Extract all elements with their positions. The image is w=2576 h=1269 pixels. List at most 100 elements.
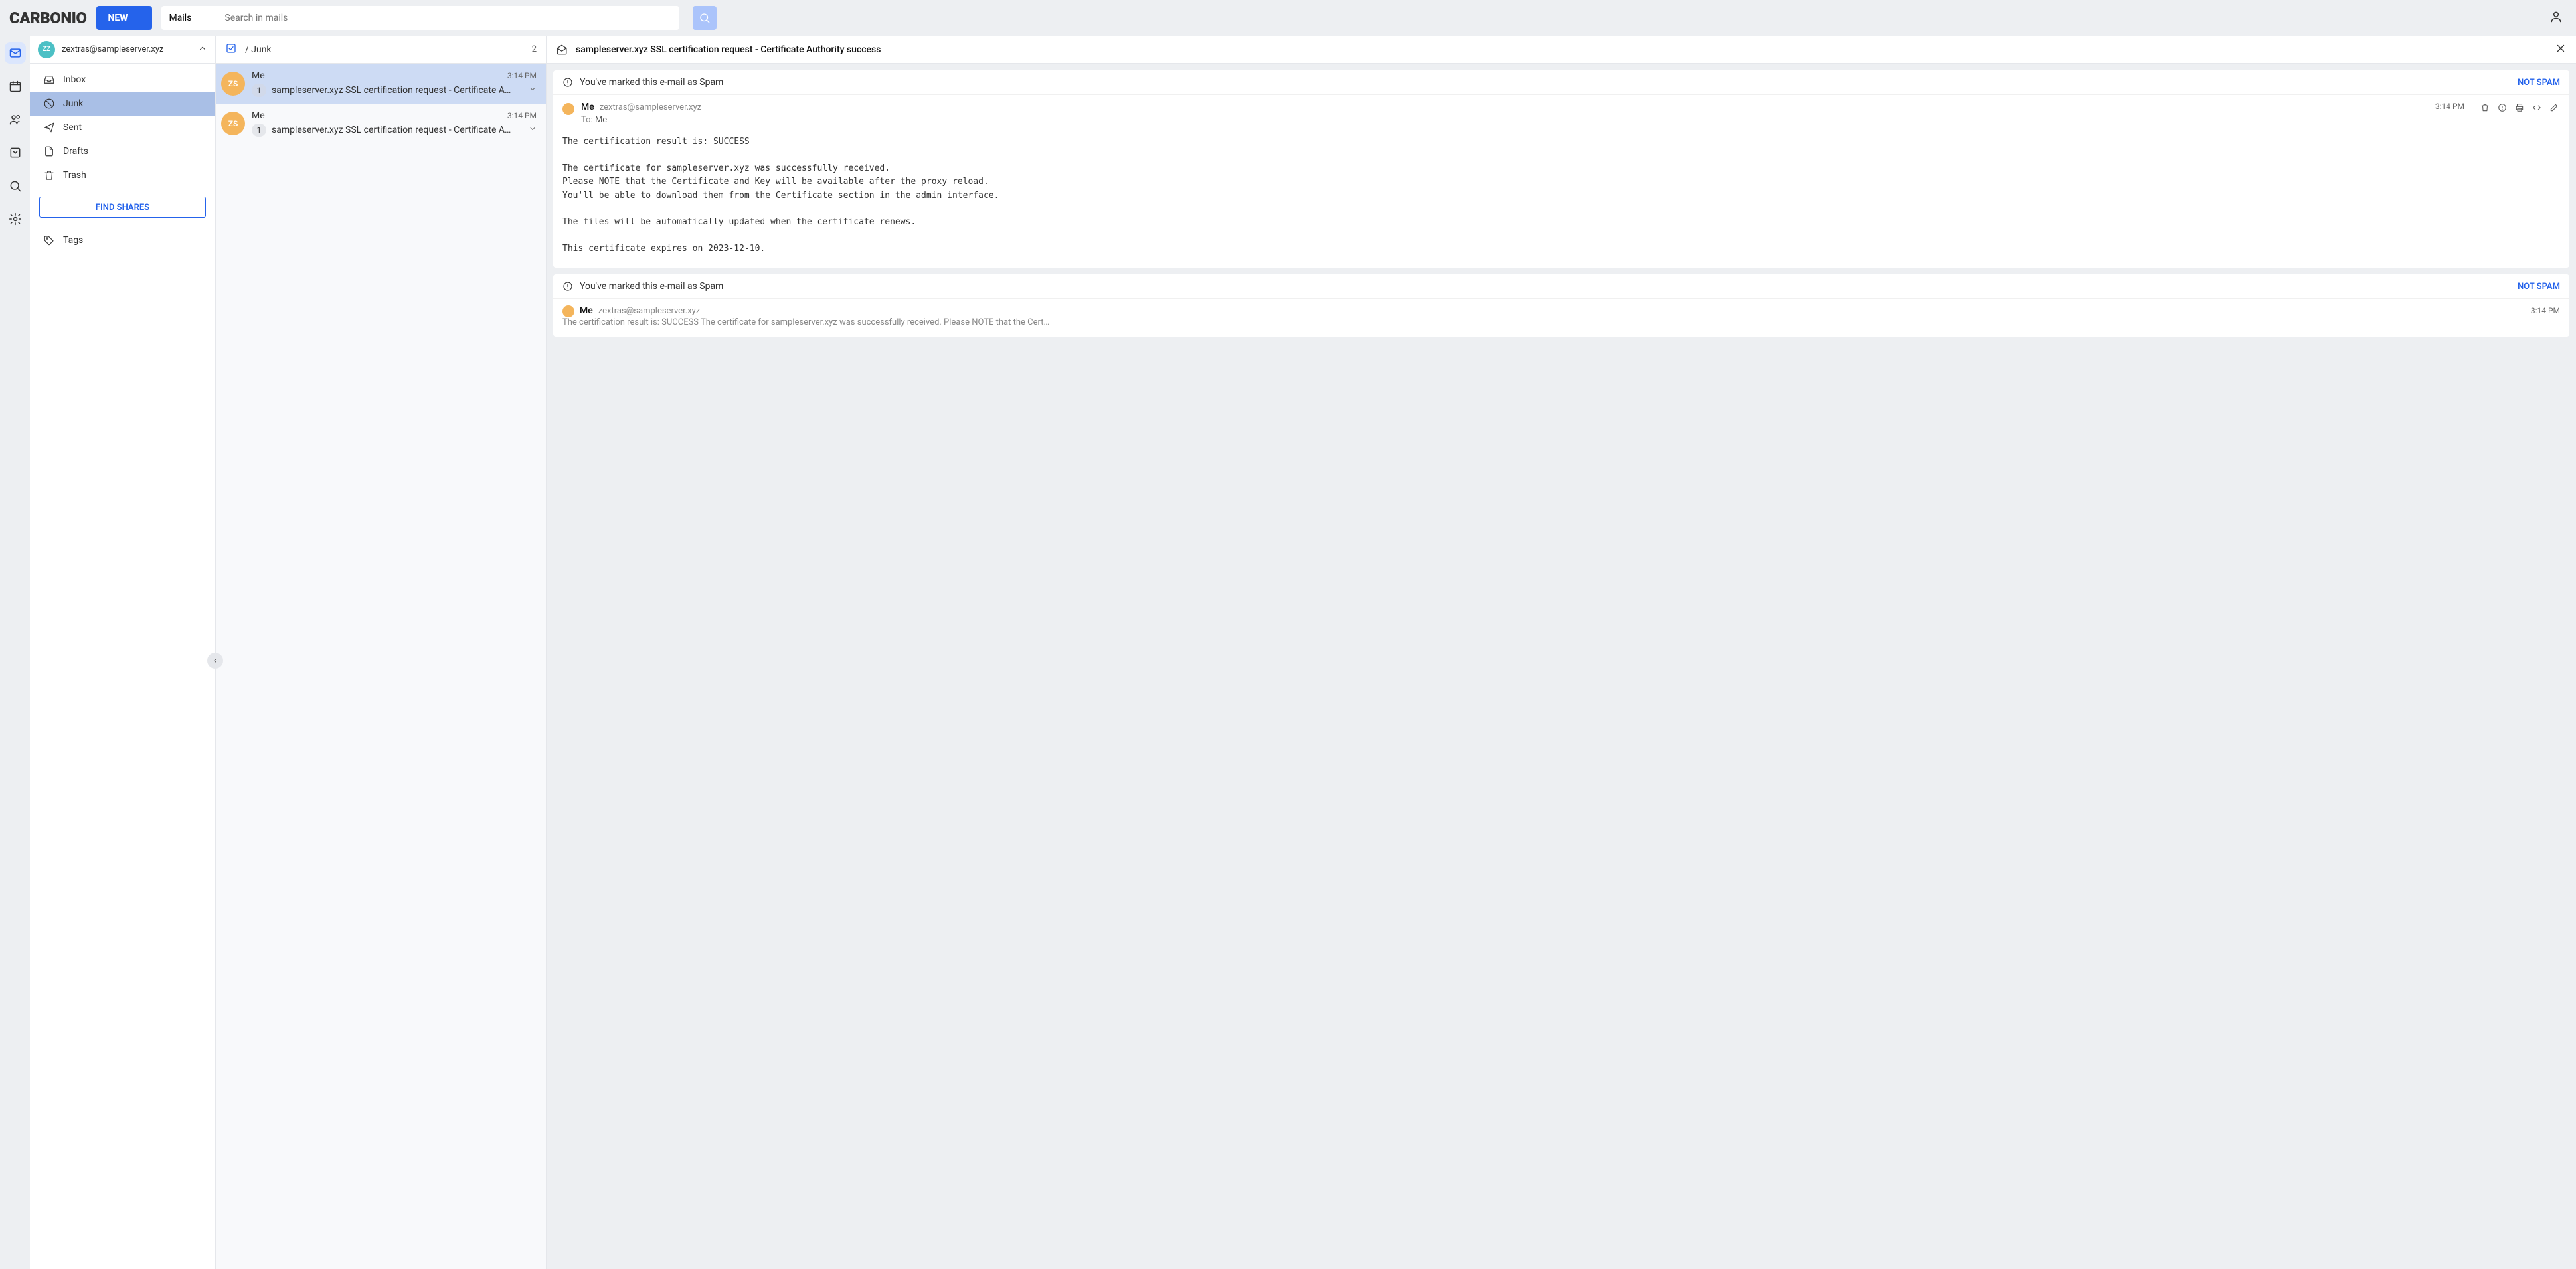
thread-expand-toggle[interactable]	[529, 125, 537, 135]
new-button[interactable]: NEW	[96, 6, 152, 30]
folder-inbox[interactable]: Inbox	[30, 68, 215, 92]
find-shares-button[interactable]: FIND SHARES	[39, 197, 206, 218]
profile-button[interactable]	[2545, 6, 2567, 30]
tags-label: Tags	[63, 235, 83, 246]
message-card: You've marked this e-mail as Spam NOT SP…	[553, 70, 2569, 268]
info-icon	[562, 281, 573, 292]
sidebar-collapse-handle[interactable]	[207, 653, 223, 669]
mail-from: Me	[252, 110, 265, 121]
rail-search[interactable]	[5, 175, 26, 197]
folder-label: Junk	[63, 98, 83, 109]
delete-message-button[interactable]	[2479, 102, 2491, 116]
chevron-up-icon	[198, 44, 207, 53]
message-avatar	[562, 103, 574, 115]
folder-label: Inbox	[63, 74, 86, 85]
search-icon	[699, 12, 711, 24]
inbox-icon	[43, 74, 55, 86]
account-email: zextras@sampleserver.xyz	[62, 44, 191, 54]
files-icon	[9, 146, 22, 159]
folder-label: Trash	[63, 170, 86, 181]
select-all-checkbox[interactable]	[225, 42, 237, 57]
message-card[interactable]: You've marked this e-mail as Spam NOT SP…	[553, 274, 2569, 337]
trash-icon	[2480, 103, 2490, 112]
sender-avatar: ZS	[221, 72, 245, 96]
message-header: Me zextras@sampleserver.xyz To: Me 3:14 …	[553, 95, 2569, 129]
not-spam-button[interactable]: NOT SPAM	[2518, 78, 2560, 88]
reader-subject: sampleserver.xyz SSL certification reque…	[576, 44, 2547, 55]
chevron-down-icon	[529, 85, 537, 93]
mail-row[interactable]: ZS Me 3:14 PM 1 sampleserver.xyz SSL cer…	[216, 104, 546, 143]
close-reader-button[interactable]	[2555, 42, 2567, 57]
tag-icon	[43, 234, 55, 246]
thread-expand-toggle[interactable]	[529, 85, 537, 96]
edit-message-button[interactable]	[2548, 102, 2560, 116]
mail-count: 2	[532, 44, 537, 54]
folder-sidebar: ZZ zextras@sampleserver.xyz Inbox Junk S…	[30, 36, 216, 1269]
spam-banner: You've marked this e-mail as Spam NOT SP…	[553, 70, 2569, 95]
search-scope-dropdown[interactable]: Mails	[161, 6, 217, 30]
printer-icon	[2515, 103, 2524, 112]
rail-calendar[interactable]	[5, 76, 26, 97]
spam-toggle-button[interactable]	[2496, 102, 2508, 116]
message-preview: The certification result is: SUCCESS The…	[562, 317, 2560, 327]
mail-time: 3:14 PM	[507, 111, 537, 120]
tags-row[interactable]: Tags	[30, 228, 215, 252]
close-icon	[2555, 42, 2567, 54]
mail-subject: sampleserver.xyz SSL certification reque…	[272, 85, 523, 96]
mail-icon	[9, 46, 22, 60]
code-icon	[2532, 103, 2541, 112]
not-spam-button[interactable]: NOT SPAM	[2518, 282, 2560, 292]
brand-logo: CARBONIO	[9, 9, 87, 27]
drafts-icon	[43, 145, 55, 157]
info-icon	[562, 77, 573, 88]
message-from: Me	[581, 102, 594, 112]
mail-row[interactable]: ZS Me 3:14 PM 1 sampleserver.xyz SSL cer…	[216, 64, 546, 104]
reading-pane-header: sampleserver.xyz SSL certification reque…	[547, 36, 2576, 64]
app-rail	[0, 36, 30, 1269]
chevron-down-icon	[197, 14, 205, 22]
spam-banner: You've marked this e-mail as Spam NOT SP…	[553, 274, 2569, 299]
message-collapsed: Me zextras@sampleserver.xyz 3:14 PM The …	[553, 299, 2569, 337]
mail-from: Me	[252, 70, 265, 81]
search-icon	[9, 179, 22, 193]
mail-time: 3:14 PM	[507, 71, 537, 80]
to-label: To:	[581, 115, 593, 125]
sent-icon	[43, 122, 55, 133]
search-scope-label: Mails	[169, 13, 192, 23]
rail-settings[interactable]	[5, 209, 26, 230]
folder-trash[interactable]: Trash	[30, 163, 215, 187]
edit-icon	[2549, 103, 2559, 112]
search-button[interactable]	[693, 6, 717, 30]
spam-banner-text: You've marked this e-mail as Spam	[580, 77, 2511, 88]
search-input[interactable]	[216, 13, 679, 23]
account-avatar: ZZ	[38, 41, 55, 58]
mail-open-icon	[556, 44, 568, 56]
folder-sent[interactable]: Sent	[30, 116, 215, 139]
message-avatar	[562, 305, 574, 317]
top-bar: CARBONIO NEW Mails	[0, 0, 2576, 36]
folder-list: Inbox Junk Sent Drafts Trash	[30, 64, 215, 191]
print-message-button[interactable]	[2514, 102, 2526, 116]
mail-list-header: / Junk 2	[216, 36, 546, 64]
show-source-button[interactable]	[2531, 102, 2543, 116]
message-from-email: zextras@sampleserver.xyz	[600, 102, 701, 112]
account-row[interactable]: ZZ zextras@sampleserver.xyz	[30, 36, 215, 64]
folder-junk[interactable]: Junk	[30, 92, 215, 116]
folder-label: Drafts	[63, 146, 88, 157]
contacts-icon	[9, 113, 22, 126]
message-from-email: zextras@sampleserver.xyz	[598, 306, 700, 316]
folder-drafts[interactable]: Drafts	[30, 139, 215, 163]
message-time: 3:14 PM	[2531, 306, 2560, 315]
trash-icon	[43, 169, 55, 181]
rail-mail[interactable]	[5, 42, 26, 64]
checkbox-icon	[225, 42, 237, 54]
junk-icon	[43, 98, 55, 110]
calendar-icon	[9, 80, 22, 93]
chevron-left-icon	[212, 657, 218, 664]
account-collapse-toggle[interactable]	[198, 44, 207, 56]
user-icon	[2549, 10, 2563, 23]
chevron-down-icon	[529, 125, 537, 133]
spam-banner-text: You've marked this e-mail as Spam	[580, 281, 2511, 292]
rail-files[interactable]	[5, 142, 26, 163]
rail-contacts[interactable]	[5, 109, 26, 130]
